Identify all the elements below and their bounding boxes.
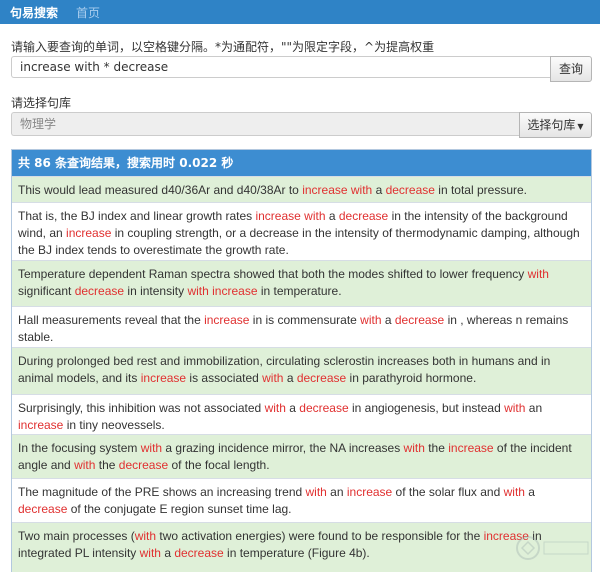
highlighted-term: with (139, 546, 161, 560)
highlighted-term: decrease (338, 209, 389, 223)
highlighted-term: with (262, 371, 284, 385)
search-input[interactable]: increase with * decrease (11, 56, 550, 78)
result-text: In the focusing system (18, 441, 141, 455)
highlighted-term: with (264, 401, 286, 415)
highlighted-term: decrease (385, 183, 435, 197)
result-text: is associated (186, 371, 263, 385)
result-text: Two main processes ( (18, 529, 135, 543)
result-item[interactable]: Temperature dependent Raman spectra show… (12, 260, 591, 306)
result-text: in parathyroid hormone. (346, 371, 477, 385)
result-text: of the solar flux and (392, 485, 504, 499)
result-item[interactable]: Hall measurements reveal that the increa… (12, 306, 591, 347)
result-text: significant (18, 284, 75, 298)
result-item[interactable]: This would lead measured d40/36Ar and d4… (12, 176, 591, 202)
highlighted-term: decrease (118, 458, 169, 472)
highlighted-term: increase (18, 418, 64, 432)
top-navbar: 句易搜索 首页 (0, 0, 600, 24)
highlighted-term: with (527, 267, 549, 281)
result-text: an (525, 401, 543, 415)
result-text: a (381, 313, 395, 327)
result-text: in total pressure. (434, 183, 527, 197)
result-text: a (285, 401, 300, 415)
highlighted-term: with (305, 485, 327, 499)
result-text: of the focal length. (168, 458, 270, 472)
result-text: a grazing incidence mirror, the NA incre… (162, 441, 404, 455)
highlighted-term: increase (448, 441, 494, 455)
library-field[interactable]: 物理学 (11, 112, 519, 136)
results-summary: 共 86 条查询结果，搜索用时 0.022 秒 (12, 150, 591, 176)
highlighted-term: increase (140, 371, 187, 385)
highlighted-term: with (134, 529, 157, 543)
result-text: The magnitude of the PRE shows an increa… (18, 485, 306, 499)
highlighted-term: decrease (296, 371, 347, 385)
result-text: in tiny neovessels. (63, 418, 165, 432)
result-item[interactable]: That is, the BJ index and linear growth … (12, 202, 591, 260)
result-text: a (325, 209, 339, 223)
highlighted-term: decrease (18, 502, 68, 516)
result-text: a (524, 485, 535, 499)
highlighted-term: increase (212, 284, 258, 298)
highlighted-term: with (503, 485, 525, 499)
highlighted-term: with (360, 313, 382, 327)
select-library-label: 选择句库 (527, 118, 576, 132)
result-text: Surprisingly, this inhibition was not as… (18, 401, 265, 415)
result-text: a (283, 371, 297, 385)
result-item[interactable]: Surprisingly, this inhibition was not as… (12, 394, 591, 434)
highlighted-term: increase (346, 485, 393, 499)
highlighted-term: decrease (299, 401, 349, 415)
highlighted-term: decrease (174, 546, 224, 560)
highlighted-term: with (350, 183, 373, 197)
result-text: That is, the BJ index and linear growth … (18, 209, 256, 223)
result-text: the (424, 441, 449, 455)
result-item[interactable]: During prolonged bed rest and immobiliza… (12, 347, 591, 394)
result-text: a (372, 183, 386, 197)
result-text: of the conjugate E region sunset time la… (67, 502, 292, 516)
result-text: a (160, 546, 175, 560)
result-text: This would lead measured d40/36Ar and d4… (18, 183, 303, 197)
highlighted-term: decrease (394, 313, 445, 327)
result-text: the (95, 458, 119, 472)
result-text: an (326, 485, 347, 499)
highlighted-term: increase (66, 226, 112, 240)
result-text: two activation energies) were found to b… (156, 529, 484, 543)
result-item[interactable]: The magnitude of the PRE shows an increa… (12, 478, 591, 522)
result-text: in temperature. (257, 284, 342, 298)
search-hint: 请输入要查询的单词，以空格键分隔。*为通配符，""为限定字段，^为提高权重 (11, 40, 435, 54)
highlighted-term: increase (255, 209, 301, 223)
highlighted-term: increase (302, 183, 348, 197)
highlighted-term: with (74, 458, 96, 472)
highlighted-term: with (504, 401, 526, 415)
query-button[interactable]: 查询 (550, 56, 592, 82)
result-text: in temperature (Figure 4b). (223, 546, 370, 560)
highlighted-term: with (187, 284, 209, 298)
highlighted-term: decrease (74, 284, 125, 298)
result-text: in is commensurate (249, 313, 361, 327)
highlighted-term: increase (204, 313, 250, 327)
result-text: in angiogenesis, but instead (348, 401, 505, 415)
caret-down-icon: ▼ (577, 122, 584, 131)
nav-item-search[interactable]: 句易搜索 (10, 4, 58, 21)
watermark-logo-icon (516, 536, 589, 560)
highlighted-term: with (140, 441, 163, 455)
nav-item-home[interactable]: 首页 (76, 4, 100, 21)
result-text: Hall measurements reveal that the (18, 313, 205, 327)
result-text: in intensity (124, 284, 188, 298)
result-item[interactable]: Two main processes (with two activation … (12, 522, 591, 572)
library-label: 请选择句库 (11, 96, 72, 110)
highlighted-term: with (304, 209, 326, 223)
result-text: Temperature dependent Raman spectra show… (18, 267, 528, 281)
results-panel: 共 86 条查询结果，搜索用时 0.022 秒 This would lead … (11, 149, 592, 572)
result-list: This would lead measured d40/36Ar and d4… (12, 176, 591, 572)
highlighted-term: with (403, 441, 425, 455)
select-library-button[interactable]: 选择句库 ▼ (519, 112, 592, 138)
result-item[interactable]: In the focusing system with a grazing in… (12, 434, 591, 478)
